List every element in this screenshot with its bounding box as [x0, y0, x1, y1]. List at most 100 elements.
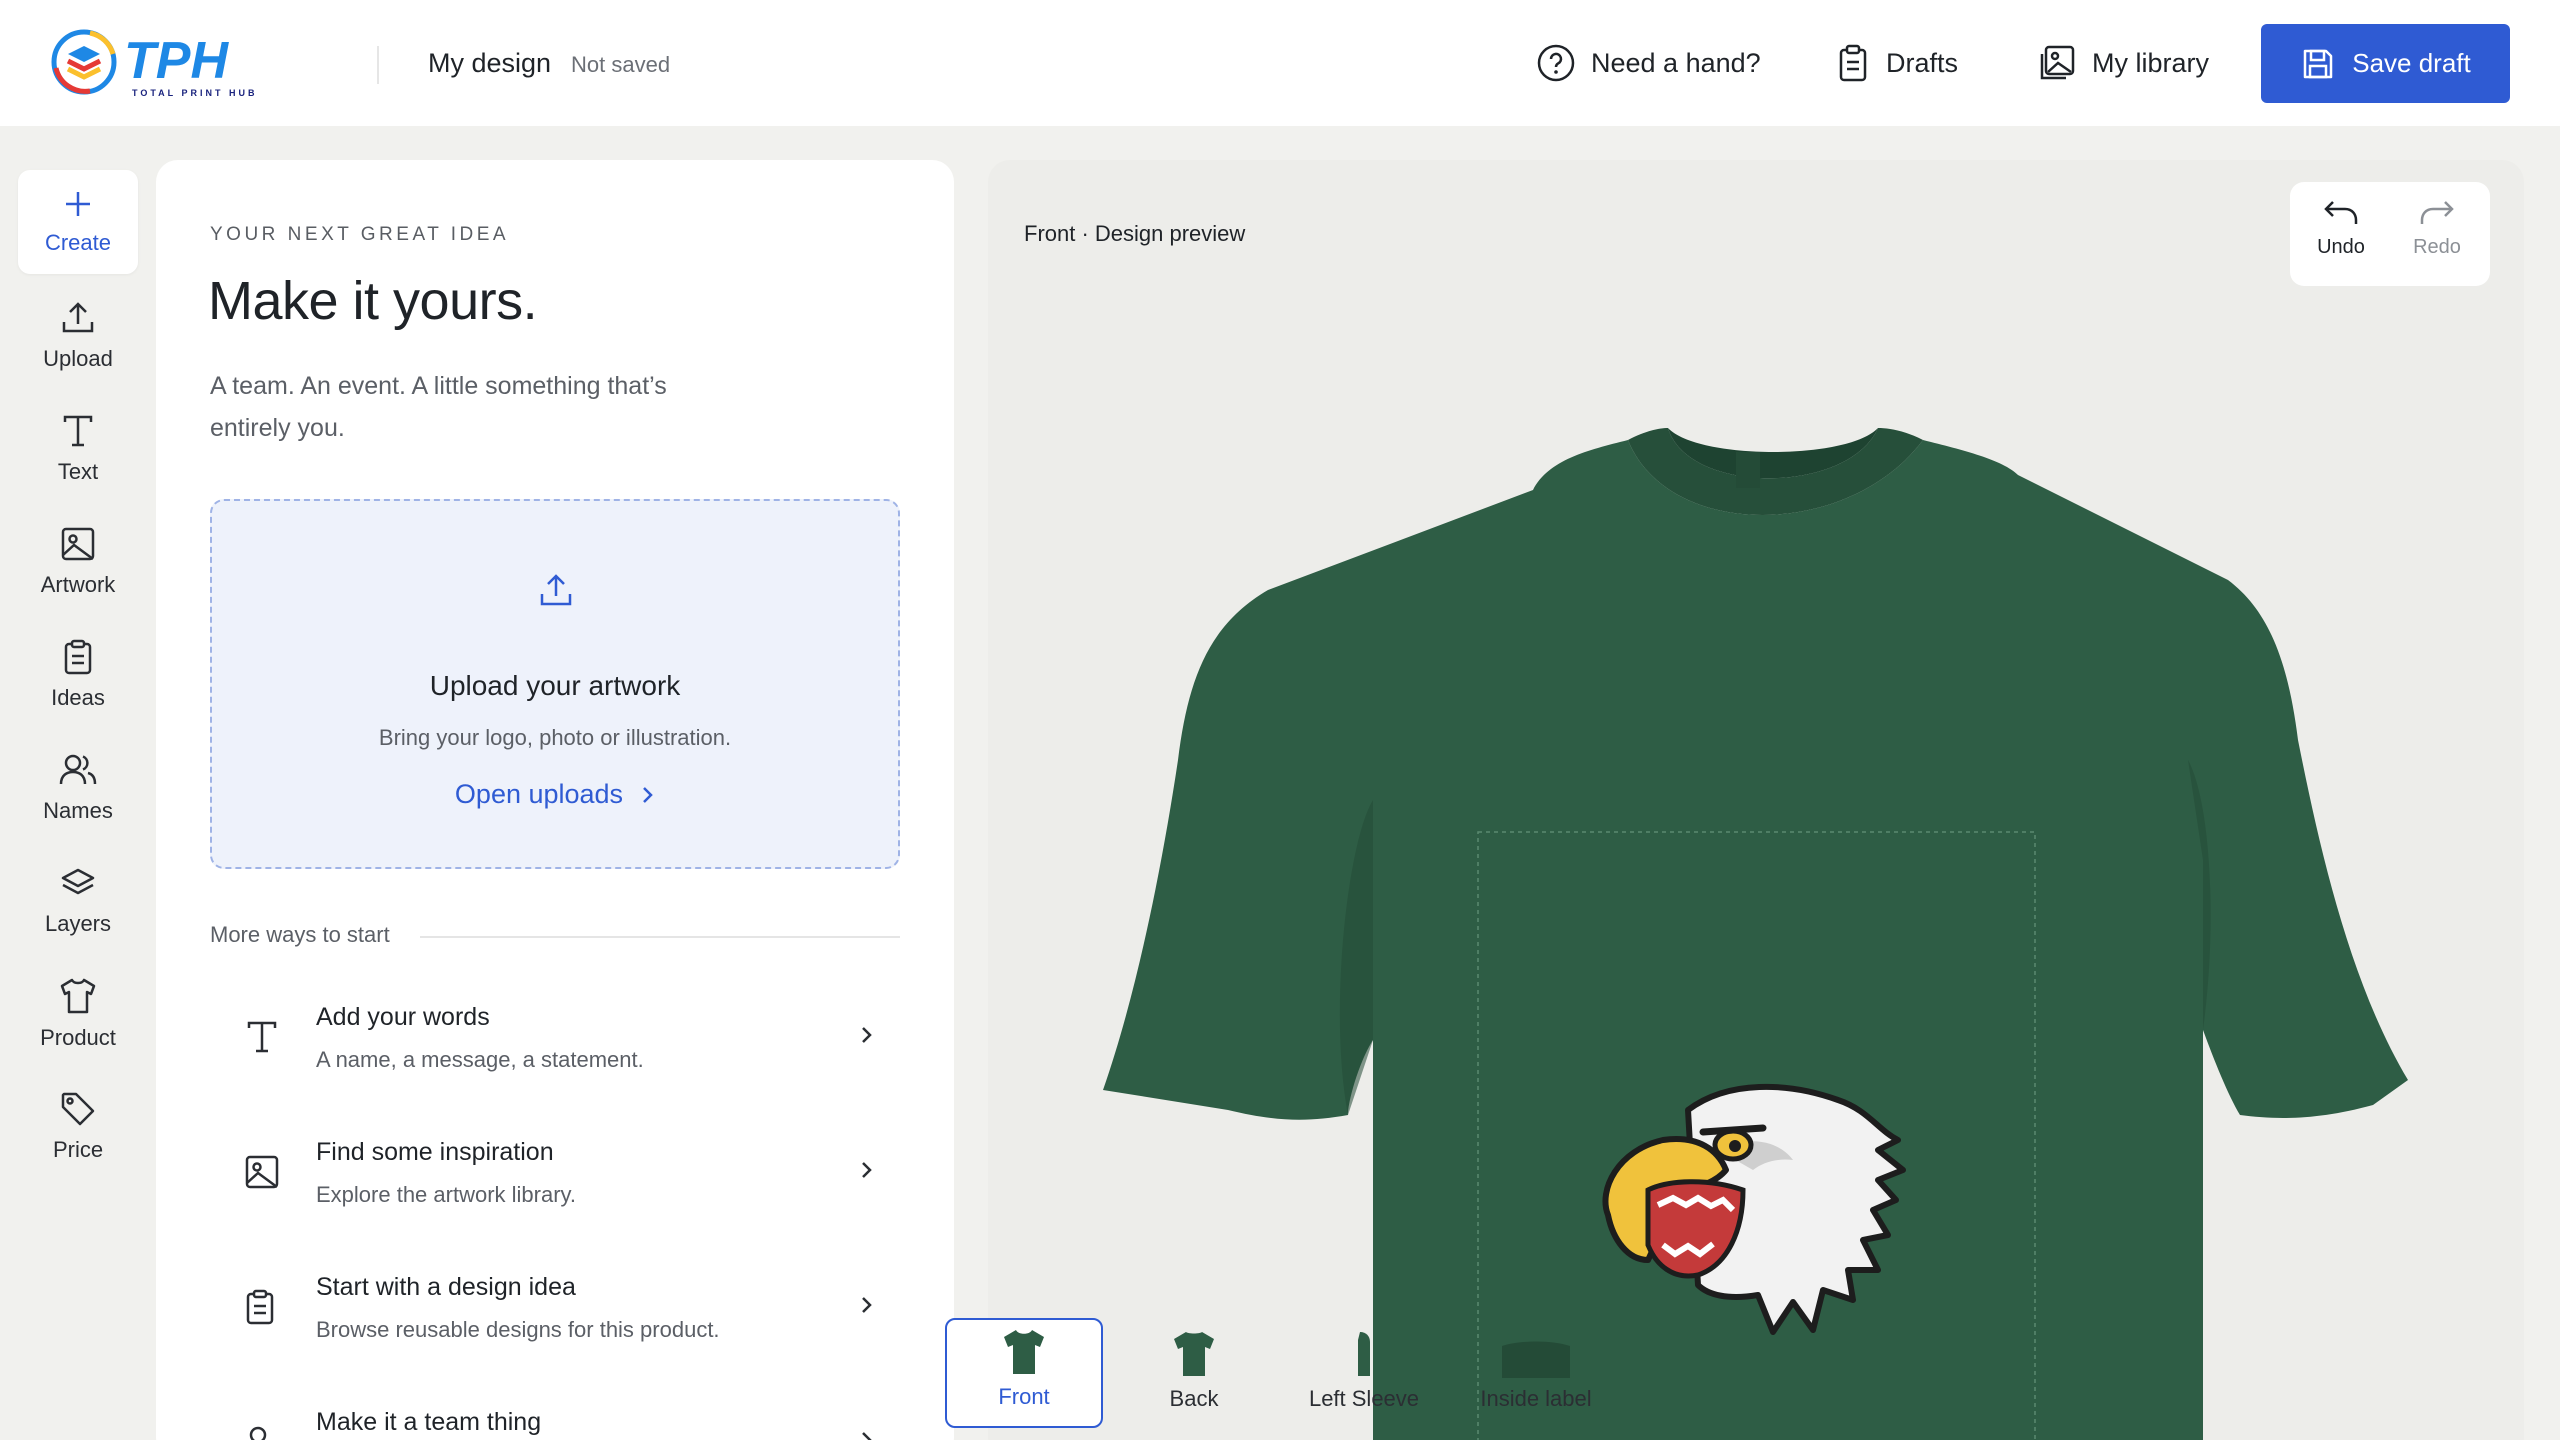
rail-item-names[interactable]: Names: [18, 736, 138, 840]
option-title: Make it a team thing: [316, 1408, 542, 1436]
library-label: My library: [2092, 47, 2210, 78]
option-design-idea[interactable]: Start with a design idea Browse reusable…: [210, 1265, 900, 1375]
view-left-sleeve[interactable]: Left Sleeve: [1285, 1318, 1443, 1428]
eagle-artwork[interactable]: [1578, 1040, 1938, 1370]
clipboard-icon: [1836, 44, 1870, 82]
redo-button[interactable]: Redo: [2392, 198, 2482, 259]
option-title: Start with a design idea: [316, 1273, 576, 1301]
open-uploads-link[interactable]: Open uploads: [212, 779, 898, 810]
option-title: Add your words: [316, 1003, 490, 1031]
option-title: Find some inspiration: [316, 1138, 554, 1166]
upload-icon: [60, 300, 96, 336]
eyebrow-text: YOUR NEXT GREAT IDEA: [210, 224, 510, 245]
document-title[interactable]: My design: [428, 48, 551, 79]
upload-dropzone[interactable]: Upload your artwork Bring your logo, pho…: [210, 499, 900, 869]
chevron-right-icon: [860, 1295, 874, 1315]
create-panel: YOUR NEXT GREAT IDEA Make it yours. A te…: [156, 160, 954, 1440]
rail-label-layers: Layers: [44, 911, 112, 936]
option-find-inspiration[interactable]: Find some inspiration Explore the artwor…: [210, 1130, 900, 1240]
library-button[interactable]: My library: [2038, 40, 2209, 86]
drafts-label: Drafts: [1886, 47, 1959, 78]
tag-icon: [60, 1091, 96, 1127]
chevron-right-icon: [860, 1430, 874, 1440]
rail-label-upload: Upload: [43, 346, 113, 371]
design-canvas[interactable]: Front · Design preview Undo Redo: [988, 160, 2524, 1440]
rail-label-names: Names: [43, 798, 113, 823]
rail-item-ideas[interactable]: Ideas: [18, 623, 138, 727]
dropzone-title: Upload your artwork: [429, 670, 681, 701]
option-add-words[interactable]: Add your words A name, a message, a stat…: [210, 995, 900, 1105]
view-back[interactable]: Back: [1115, 1318, 1273, 1428]
chevron-right-icon: [641, 785, 655, 805]
save-draft-button[interactable]: Save draft: [2261, 24, 2510, 103]
divider: [420, 936, 900, 938]
text-icon: [244, 1019, 280, 1055]
undo-icon: [2323, 198, 2359, 228]
top-bar: TPH TOTAL PRINT HUB My design Not saved …: [0, 0, 2560, 126]
sleeve-icon: [1354, 1330, 1374, 1378]
chevron-right-icon: [860, 1025, 874, 1045]
rail-item-create[interactable]: Create: [18, 170, 138, 274]
svg-text:TOTAL PRINT HUB: TOTAL PRINT HUB: [132, 88, 258, 98]
rail-item-upload[interactable]: Upload: [18, 284, 138, 388]
rail-label-price: Price: [52, 1137, 104, 1162]
rail-label-artwork: Artwork: [40, 572, 116, 597]
save-draft-label: Save draft: [2352, 48, 2471, 78]
rail-label-ideas: Ideas: [51, 685, 105, 710]
floppy-disk-icon: [2300, 46, 2336, 82]
clipboard-icon: [244, 1289, 276, 1325]
header-divider: [377, 46, 379, 84]
view-label: Front: [998, 1384, 1050, 1409]
rail-label-text: Text: [57, 459, 99, 484]
option-team-thing[interactable]: Make it a team thing: [210, 1400, 900, 1440]
tshirt-back-icon: [1172, 1330, 1216, 1378]
redo-label: Redo: [2413, 236, 2461, 258]
upload-icon: [537, 571, 575, 609]
gallery-icon: [2038, 44, 2076, 82]
view-label: Inside label: [1480, 1386, 1592, 1411]
option-desc: Browse reusable designs for this product…: [316, 1317, 720, 1342]
image-icon: [60, 526, 96, 562]
open-uploads-label: Open uploads: [454, 779, 624, 809]
canvas-view-label: Front · Design preview: [1024, 221, 1246, 246]
rail-label-create: Create: [44, 230, 112, 255]
panel-subtitle: A team. An event. A little something tha…: [210, 372, 667, 442]
dropzone-subtitle: Bring your logo, photo or illustration.: [378, 725, 732, 750]
view-front[interactable]: Front: [945, 1318, 1103, 1428]
view-label: Left Sleeve: [1308, 1386, 1420, 1411]
rail-item-product[interactable]: Product: [18, 962, 138, 1066]
tshirt-front-icon: [1002, 1328, 1046, 1376]
rail-item-text[interactable]: Text: [18, 397, 138, 501]
layers-icon: [60, 865, 96, 901]
tph-logo[interactable]: TPH TOTAL PRINT HUB: [50, 28, 265, 100]
drafts-button[interactable]: Drafts: [1836, 40, 1958, 86]
image-icon: [244, 1154, 280, 1190]
panel-headline: Make it yours.: [208, 271, 538, 331]
clipboard-icon: [62, 639, 94, 675]
undo-label: Undo: [2317, 236, 2365, 258]
redo-icon: [2419, 198, 2455, 228]
users-icon: [59, 752, 97, 788]
view-label: Back: [1169, 1386, 1219, 1411]
svg-text:TPH: TPH: [124, 32, 229, 90]
help-label: Need a hand?: [1591, 47, 1761, 78]
users-icon: [244, 1424, 282, 1440]
save-status: Not saved: [571, 52, 671, 77]
text-icon: [60, 413, 96, 449]
chevron-right-icon: [860, 1160, 874, 1180]
label-icon: [1500, 1338, 1572, 1378]
view-inside-label[interactable]: Inside label: [1457, 1318, 1615, 1428]
rail-label-product: Product: [40, 1025, 116, 1050]
tshirt-icon: [59, 977, 97, 1015]
rail-item-artwork[interactable]: Artwork: [18, 510, 138, 614]
more-ways-label: More ways to start: [210, 922, 390, 947]
help-button[interactable]: Need a hand?: [1537, 40, 1761, 86]
undo-button[interactable]: Undo: [2296, 198, 2386, 259]
option-desc: A name, a message, a statement.: [316, 1047, 644, 1072]
option-desc: Explore the artwork library.: [316, 1182, 577, 1207]
question-circle-icon: [1537, 44, 1575, 82]
plus-icon: [62, 188, 94, 220]
history-controls: Undo Redo: [2290, 182, 2490, 286]
rail-item-price[interactable]: Price: [18, 1075, 138, 1179]
rail-item-layers[interactable]: Layers: [18, 849, 138, 953]
